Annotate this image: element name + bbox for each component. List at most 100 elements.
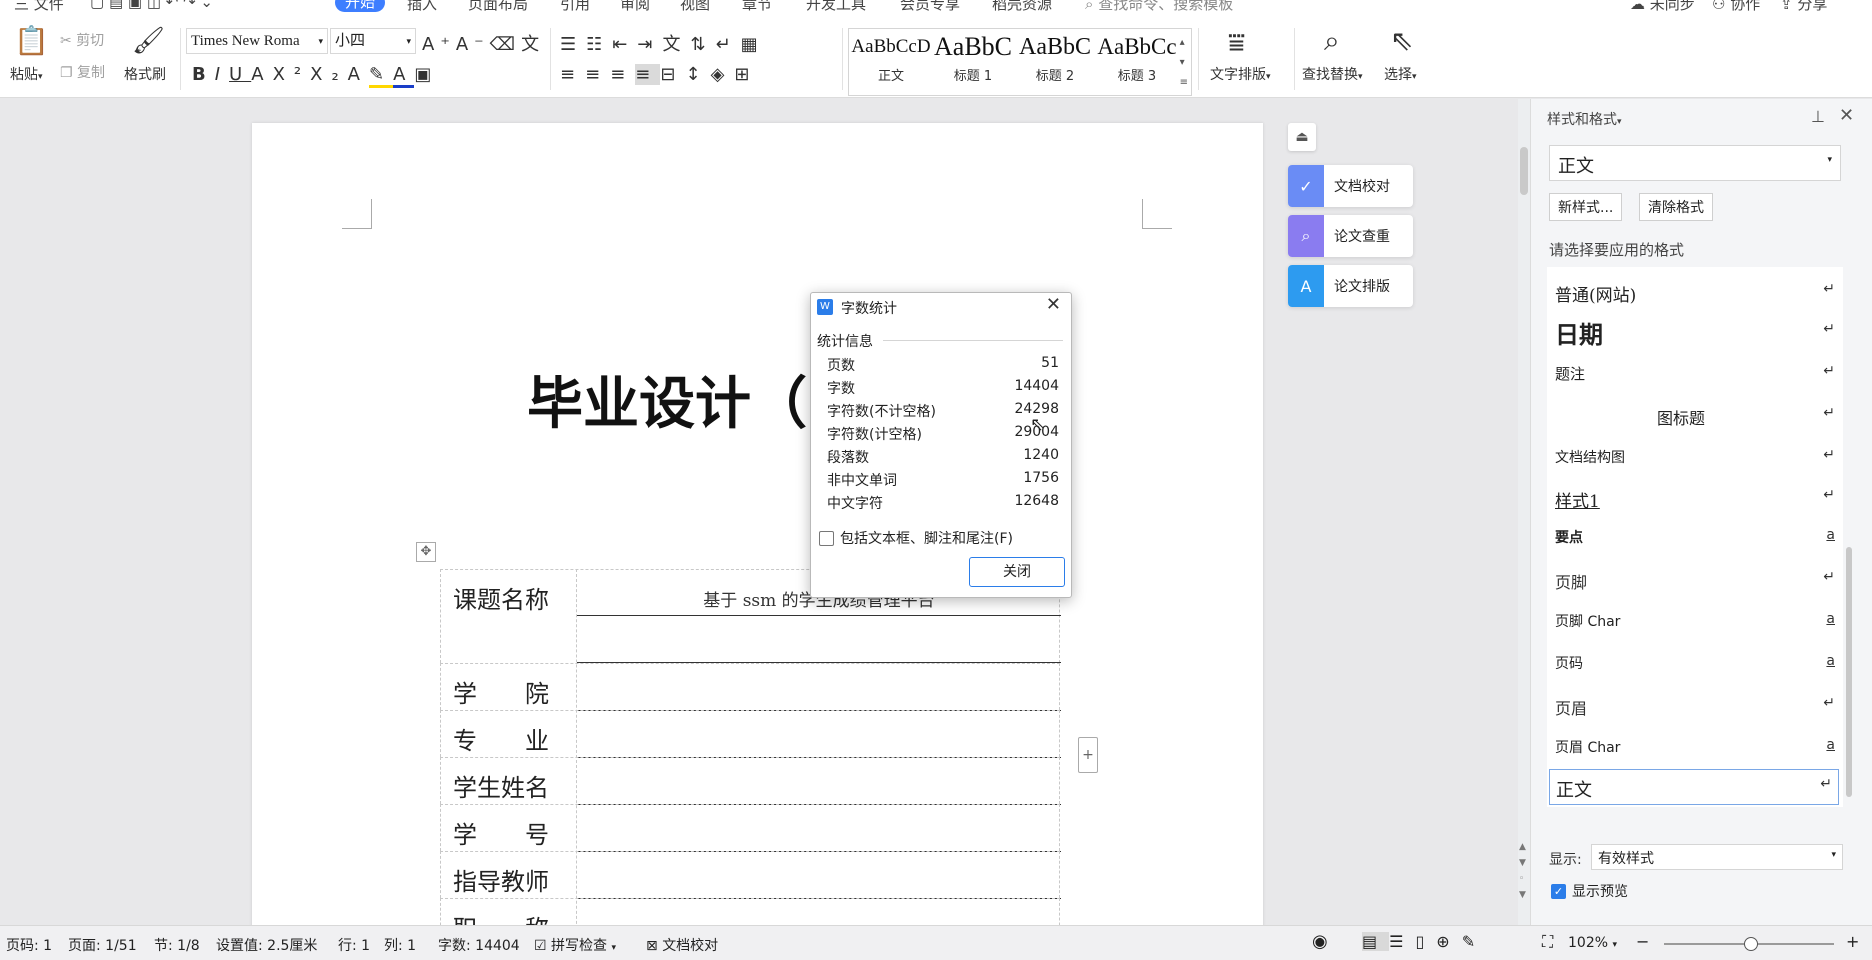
- tab-home[interactable]: 开始: [335, 0, 386, 12]
- font-color-icon[interactable]: A: [393, 64, 415, 88]
- word-count-status[interactable]: 字数: 14404: [438, 935, 520, 955]
- sync-status[interactable]: ☁ 未同步: [1630, 0, 1695, 12]
- line-spacing-icon[interactable]: ↕: [685, 64, 710, 85]
- page-view-icon[interactable]: ▤: [1362, 932, 1390, 951]
- style-normal[interactable]: AaBbCcD 正文: [851, 31, 931, 84]
- brush-icon[interactable]: 🖌: [132, 26, 165, 56]
- command-search[interactable]: ⌕ 查找命令、搜索模板: [1085, 0, 1233, 12]
- style-item[interactable]: 日期 ↵: [1555, 315, 1835, 349]
- table-row[interactable]: 学生姓名: [440, 757, 1061, 805]
- bold-icon[interactable]: B: [192, 64, 215, 85]
- thesis-layout-tool[interactable]: A 论文排版: [1288, 265, 1413, 307]
- style-item[interactable]: 题注 ↵: [1555, 357, 1835, 391]
- tab-page-layout[interactable]: 页面布局: [468, 0, 528, 12]
- justify-icon[interactable]: ≡: [635, 64, 661, 85]
- paste-button[interactable]: 粘贴▾: [10, 64, 43, 84]
- current-style-select[interactable]: 正文 ▾: [1549, 145, 1841, 181]
- cursor-icon[interactable]: ⇖: [1390, 24, 1413, 57]
- spell-check-button[interactable]: ☑ 拼写检查 ▾: [534, 935, 616, 955]
- close-dialog-button[interactable]: 关闭: [969, 557, 1065, 587]
- style-heading-1[interactable]: AaBbC 标题 1: [933, 31, 1013, 84]
- document-canvas[interactable]: 毕业设计（ ✥ 课题名称 基于 ssm 的学生成绩管理平台 学 院 专 业 学生…: [0, 99, 1470, 925]
- collaborate-button[interactable]: ⚇ 协作: [1712, 0, 1760, 12]
- panel-title[interactable]: 样式和格式▾: [1547, 109, 1622, 129]
- copy-button[interactable]: ❐ 复制: [60, 62, 105, 82]
- pen-icon[interactable]: ✎: [1462, 932, 1487, 951]
- style-heading-2[interactable]: AaBbC 标题 2: [1015, 31, 1095, 84]
- section-indicator[interactable]: 节: 1/8: [154, 935, 200, 955]
- sort-icon[interactable]: ⇅: [690, 34, 715, 55]
- tab-view[interactable]: 视图: [680, 0, 710, 12]
- style-item[interactable]: 页码 a: [1555, 647, 1835, 681]
- table-row[interactable]: 学 院: [440, 663, 1061, 711]
- new-style-button[interactable]: 新样式...: [1549, 193, 1623, 221]
- zoom-in-icon[interactable]: +: [1846, 932, 1859, 951]
- tab-chapter[interactable]: 章节: [742, 0, 772, 12]
- shrink-font-icon[interactable]: A⁻: [456, 34, 490, 55]
- find-replace-button[interactable]: 查找替换▾: [1302, 64, 1363, 84]
- quick-access-icons[interactable]: ▢ ▤ ▣ ◫ ↶ ↷ ⌄: [90, 0, 213, 11]
- doc-check-status-button[interactable]: ⊠ 文档校对: [646, 935, 718, 955]
- italic-icon[interactable]: I: [215, 64, 229, 85]
- table-row[interactable]: 学 号: [440, 804, 1061, 852]
- tab-member[interactable]: 会员专享: [900, 0, 960, 12]
- text-layout-button[interactable]: 文字排版▾: [1210, 64, 1271, 84]
- plagiarism-check-tool[interactable]: ⌕ 论文查重: [1288, 215, 1413, 257]
- tab-insert[interactable]: 插入: [407, 0, 437, 12]
- scrollbar-thumb[interactable]: [1520, 147, 1528, 195]
- outline-view-icon[interactable]: ☰: [1389, 932, 1415, 951]
- style-item[interactable]: 页脚 ↵: [1555, 563, 1835, 597]
- bullet-list-icon[interactable]: ☰: [560, 34, 586, 55]
- tab-file[interactable]: 三 文件: [14, 0, 64, 12]
- collapse-tools-icon[interactable]: ⏏: [1288, 123, 1316, 151]
- zoom-out-icon[interactable]: −: [1636, 932, 1649, 951]
- show-filter-select[interactable]: 有效样式 ▾: [1591, 844, 1843, 870]
- underline-icon[interactable]: U: [229, 64, 251, 85]
- table-row[interactable]: 专 业: [440, 710, 1061, 758]
- setting-value[interactable]: 设置值: 2.5厘米: [216, 935, 317, 955]
- format-painter-button[interactable]: 格式刷: [124, 64, 166, 84]
- style-item-selected[interactable]: 正文 ↵: [1549, 769, 1839, 805]
- style-item[interactable]: 要点 a: [1555, 521, 1835, 555]
- pinyin-icon[interactable]: 文: [521, 34, 545, 55]
- style-list-scrollbar[interactable]: [1845, 267, 1853, 807]
- style-item[interactable]: 页眉 Char a: [1555, 731, 1835, 765]
- fit-page-icon[interactable]: ⛶: [1542, 932, 1553, 952]
- table-icon[interactable]: ▦: [741, 34, 768, 55]
- document-page[interactable]: 毕业设计（ ✥ 课题名称 基于 ssm 的学生成绩管理平台 学 院 专 业 学生…: [252, 123, 1263, 925]
- eye-protection-icon[interactable]: ◉: [1312, 931, 1328, 952]
- align-right-icon[interactable]: ≡: [610, 64, 635, 85]
- subscript-icon[interactable]: X₂: [310, 64, 348, 85]
- show-marks-icon[interactable]: ↵: [716, 34, 741, 55]
- align-left-icon[interactable]: ≡: [560, 64, 585, 85]
- clear-format-button[interactable]: 清除格式: [1639, 193, 1713, 221]
- scrollbar-thumb[interactable]: [1846, 547, 1852, 797]
- decrease-indent-icon[interactable]: ⇤: [612, 34, 637, 55]
- text-effect-icon[interactable]: A: [348, 64, 369, 85]
- char-border-icon[interactable]: ▣: [414, 64, 440, 85]
- magnifier-icon[interactable]: ⌕: [1324, 24, 1340, 58]
- checkbox-box[interactable]: [819, 530, 834, 546]
- zoom-level[interactable]: 102% ▾: [1568, 935, 1617, 951]
- page-nav-buttons[interactable]: ▲ ▼ ◦ ▼: [1519, 839, 1526, 903]
- document-title[interactable]: 毕业设计（: [527, 359, 807, 440]
- text-layout-icon[interactable]: ⩸: [1228, 26, 1245, 60]
- cut-button[interactable]: ✂ 剪切: [60, 30, 104, 50]
- tab-review[interactable]: 审阅: [620, 0, 650, 12]
- page-code[interactable]: 页码: 1: [6, 935, 52, 955]
- superscript-icon[interactable]: X²: [273, 64, 311, 85]
- document-scrollbar[interactable]: ▲ ▼ ◦ ▼: [1518, 99, 1530, 925]
- close-icon[interactable]: ✕: [1046, 294, 1061, 315]
- zoom-slider[interactable]: [1664, 937, 1834, 951]
- style-scroll-arrows[interactable]: ▴ ▾ ≡: [1180, 33, 1188, 93]
- grow-font-icon[interactable]: A⁺: [422, 34, 456, 55]
- add-column-button[interactable]: +: [1078, 737, 1098, 773]
- checkbox-checked-icon[interactable]: ✓: [1551, 883, 1566, 899]
- shading-icon[interactable]: ◈: [711, 64, 735, 85]
- chinese-layout-icon[interactable]: 文: [662, 34, 690, 55]
- style-heading-3[interactable]: AaBbCc 标题 3: [1097, 31, 1177, 84]
- style-item[interactable]: 页脚 Char a: [1555, 605, 1835, 639]
- zoom-slider-thumb[interactable]: [1744, 937, 1758, 951]
- clear-format-icon[interactable]: ⌫: [490, 34, 521, 55]
- font-name-select[interactable]: Times New Roma ▾: [186, 28, 328, 54]
